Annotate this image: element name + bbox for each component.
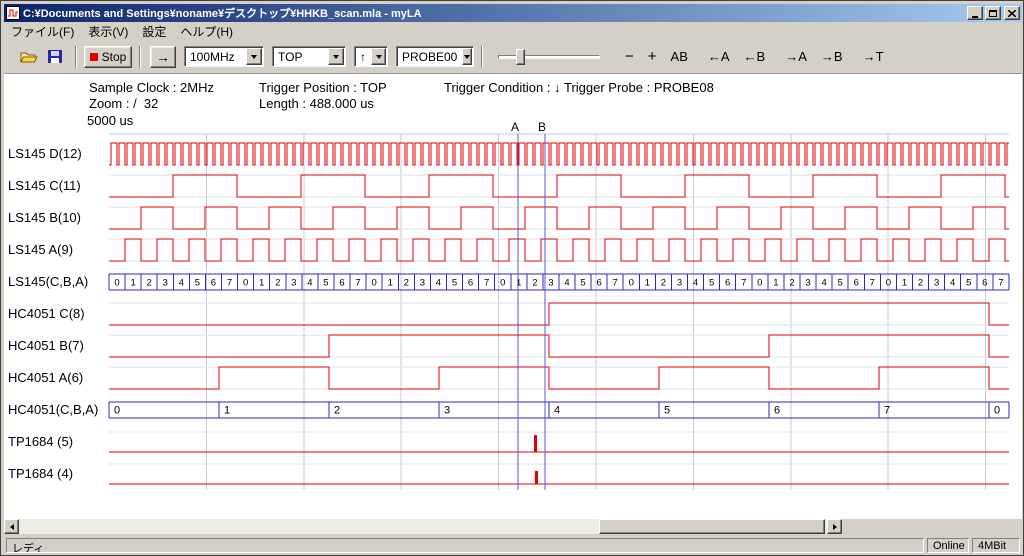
open-button[interactable]	[16, 46, 41, 68]
save-button[interactable]	[43, 46, 68, 68]
zoom-text: Zoom : / 32	[89, 96, 158, 111]
minimize-icon	[972, 16, 978, 18]
pan-right-b-button[interactable]: →B	[816, 46, 848, 67]
status-memory: 4MBit	[972, 538, 1020, 553]
toolbar-separator	[139, 46, 141, 68]
channel-label: HC4051 A(6)	[8, 370, 83, 385]
trigger-position-text: Trigger Position : TOP	[259, 80, 387, 95]
minimize-button[interactable]	[967, 6, 983, 20]
zoom-in-button[interactable]: +	[643, 45, 662, 68]
status-online: Online	[927, 538, 969, 553]
menu-item[interactable]: ファイル(F)	[4, 21, 81, 42]
maximize-button[interactable]	[985, 6, 1001, 20]
status-bar: レディ Online 4MBit	[4, 537, 1022, 554]
toolbar: Stop → 100MHz TOP ↑ PROBE00 −+AB ←A←B →A→B…	[4, 40, 1022, 74]
trigger-position-value: TOP	[273, 50, 328, 64]
run-arrow-icon: →	[156, 49, 170, 65]
menu-item[interactable]: ヘルプ(H)	[173, 21, 240, 42]
channel-label: LS145 D(12)	[8, 146, 82, 161]
view-button-group: −+AB ←A←B →A→B →T	[616, 45, 889, 68]
app-icon	[6, 6, 20, 20]
channel-label: TP1684 (4)	[8, 466, 73, 481]
stop-button-label: Stop	[102, 50, 127, 64]
length-text: Length : 488.000 us	[259, 96, 374, 111]
channel-label: LS145 B(10)	[8, 210, 81, 225]
menu-item[interactable]: 表示(V)	[81, 21, 135, 42]
probe-select[interactable]: PROBE00	[396, 46, 474, 67]
toolbar-separator	[75, 46, 77, 68]
trigger-condition-text: Trigger Condition : ↓	[444, 80, 561, 95]
sample-clock-select[interactable]: 100MHz	[184, 46, 264, 67]
open-folder-icon	[20, 50, 38, 64]
scroll-right-button[interactable]	[827, 519, 842, 534]
channel-label: LS145 C(11)	[8, 178, 81, 193]
channel-label: LS145(C,B,A)	[8, 274, 88, 289]
trigger-edge-select[interactable]: ↑	[354, 46, 388, 67]
pan-right-a-button[interactable]: →A	[780, 46, 812, 67]
toolbar-separator	[481, 46, 483, 68]
waveform-area[interactable]	[4, 74, 1022, 519]
stop-button[interactable]: Stop	[84, 46, 132, 68]
zoom-out-button[interactable]: −	[620, 45, 639, 68]
channel-label: TP1684 (5)	[8, 434, 73, 449]
dropdown-arrow-icon[interactable]	[462, 48, 472, 65]
slider-thumb[interactable]	[516, 49, 525, 65]
dropdown-arrow-icon[interactable]	[246, 48, 262, 65]
pan-left-b-button[interactable]: ←B	[739, 46, 771, 67]
dropdown-arrow-icon[interactable]	[371, 48, 386, 65]
channel-label: HC4051(C,B,A)	[8, 402, 98, 417]
channel-label: HC4051 C(8)	[8, 306, 85, 321]
stop-icon	[90, 53, 98, 61]
close-icon	[1008, 10, 1016, 17]
sample-clock-text: Sample Clock : 2MHz	[89, 80, 214, 95]
dropdown-arrow-icon[interactable]	[328, 48, 344, 65]
menu-item[interactable]: 設定	[135, 21, 173, 42]
channel-label: HC4051 B(7)	[8, 338, 84, 353]
goto-trigger-button[interactable]: →T	[858, 46, 889, 67]
scroll-left-icon	[10, 524, 14, 530]
trigger-probe-text: Trigger Probe : PROBE08	[564, 80, 714, 95]
marker-ab-button[interactable]: AB	[666, 46, 693, 67]
run-button[interactable]: →	[150, 46, 176, 68]
scroll-thumb[interactable]	[599, 519, 825, 534]
maximize-icon	[989, 10, 997, 17]
channel-label: LS145 A(9)	[8, 242, 73, 257]
save-icon	[48, 50, 63, 64]
scroll-left-button[interactable]	[4, 519, 19, 534]
scroll-right-icon	[833, 524, 837, 530]
trigger-edge-value: ↑	[355, 50, 371, 64]
close-button[interactable]	[1004, 6, 1020, 20]
status-ready: レディ	[6, 538, 924, 553]
window-title: C:¥Documents and Settings¥noname¥デスクトップ¥…	[23, 5, 965, 21]
title-bar: C:¥Documents and Settings¥noname¥デスクトップ¥…	[4, 4, 1022, 22]
probe-value: PROBE00	[397, 50, 462, 64]
sample-clock-value: 100MHz	[185, 50, 246, 64]
slider-groove	[498, 55, 600, 59]
pan-left-a-button[interactable]: ←A	[703, 46, 735, 67]
zoom-slider[interactable]	[496, 46, 602, 68]
horizontal-scrollbar[interactable]	[4, 519, 842, 534]
trigger-position-select[interactable]: TOP	[272, 46, 346, 67]
timeline-scale-label: 5000 us	[87, 113, 133, 128]
menu-bar: ファイル(F)表示(V)設定ヘルプ(H)	[4, 22, 1022, 40]
app-window: 0123456701234567012345670123456701234567…	[0, 0, 1024, 556]
